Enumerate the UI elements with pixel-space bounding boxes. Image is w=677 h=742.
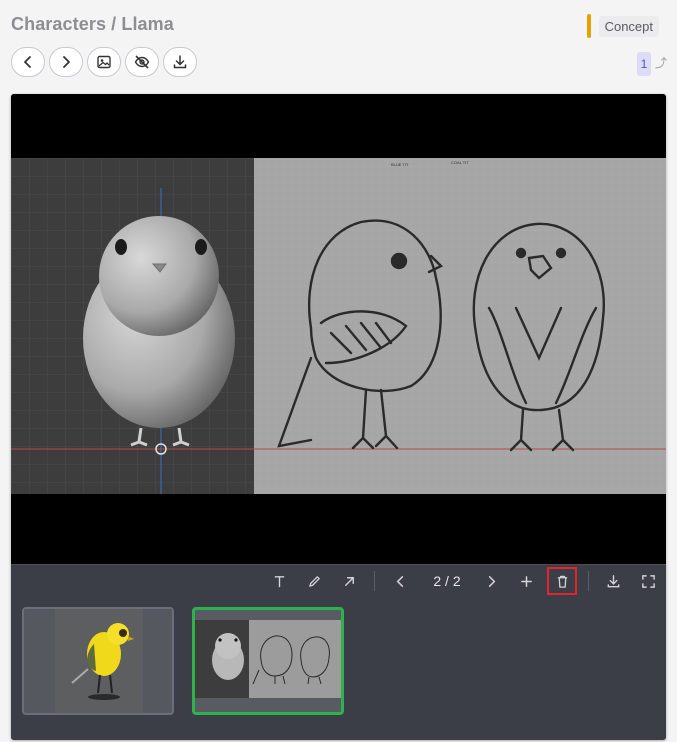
- download-button[interactable]: [163, 47, 197, 77]
- annotation-toolbar: 2 / 2: [11, 564, 666, 597]
- status-badge[interactable]: Concept: [586, 14, 659, 38]
- thumbnail-1-image: [24, 609, 172, 713]
- pencil-tool-button[interactable]: [302, 569, 326, 593]
- arrow-icon: [344, 576, 354, 586]
- previous-button[interactable]: [11, 47, 45, 77]
- chevron-right-icon: [63, 56, 70, 68]
- external-arrow-icon[interactable]: ⤴: [655, 54, 667, 71]
- version-badge[interactable]: 1: [637, 52, 651, 76]
- page-indicator: 2 / 2: [433, 573, 461, 589]
- status-color-bar: [586, 14, 591, 38]
- status-label: Concept: [598, 15, 659, 37]
- thumbnail-strip: [11, 597, 666, 740]
- sketch-label-2: COAL TIT: [451, 160, 469, 165]
- fullscreen-button[interactable]: [636, 569, 660, 593]
- text-tool-button[interactable]: [267, 569, 291, 593]
- preview-stage: BLUE TIT COAL TIT: [11, 94, 666, 564]
- preview-viewer: BLUE TIT COAL TIT 2 / 2: [11, 94, 666, 740]
- thumbnail-2-image: [195, 610, 341, 712]
- eye-off-icon: [134, 55, 150, 69]
- plus-icon: [520, 575, 532, 587]
- thumbnail-1[interactable]: [22, 607, 174, 715]
- next-page-button[interactable]: [479, 569, 503, 593]
- preview-image: BLUE TIT COAL TIT: [11, 158, 666, 494]
- add-page-button[interactable]: [514, 569, 538, 593]
- thumbnail-2[interactable]: [192, 607, 344, 715]
- text-icon: [274, 575, 284, 587]
- image-button[interactable]: [87, 47, 121, 77]
- trash-icon: [557, 575, 567, 588]
- chevron-left-icon: [24, 56, 31, 68]
- download-icon: [607, 574, 619, 587]
- download-frame-button[interactable]: [601, 569, 625, 593]
- delete-page-button[interactable]: [550, 569, 574, 593]
- sketch-label-1: BLUE TIT: [391, 162, 409, 167]
- toolbar-divider: [588, 571, 589, 591]
- chevron-left-icon: [396, 575, 403, 587]
- toolbar-divider: [374, 571, 375, 591]
- preview-toolbar: [11, 47, 197, 77]
- download-icon: [173, 55, 187, 69]
- hide-button[interactable]: [125, 47, 159, 77]
- breadcrumb[interactable]: Characters / Llama: [11, 14, 174, 35]
- header: Characters / Llama Concept 1 ⤴: [0, 0, 677, 90]
- previous-page-button[interactable]: [388, 569, 412, 593]
- next-button[interactable]: [49, 47, 83, 77]
- arrow-tool-button[interactable]: [337, 569, 361, 593]
- pencil-icon: [308, 575, 320, 587]
- chevron-right-icon: [488, 575, 495, 587]
- fullscreen-icon: [641, 574, 655, 588]
- image-icon: [97, 55, 111, 69]
